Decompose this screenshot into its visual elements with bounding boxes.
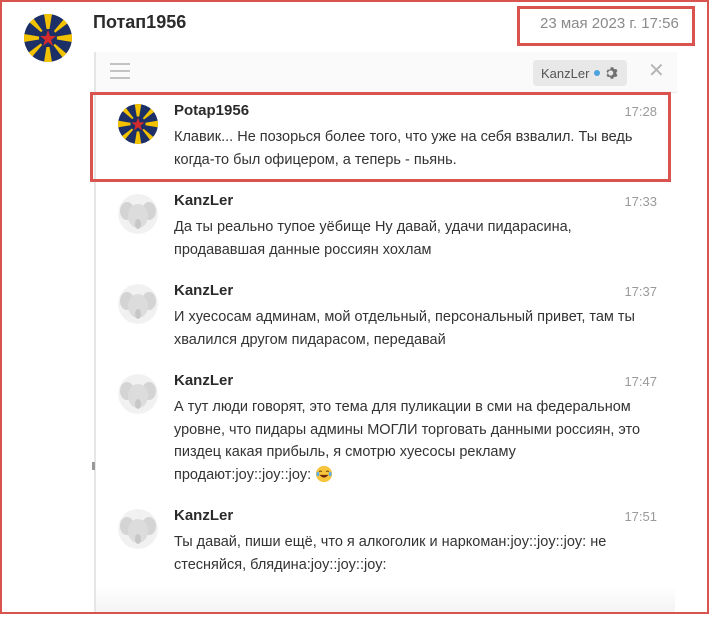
- post-date[interactable]: 23 мая 2023 г. 17:56: [540, 15, 679, 32]
- gear-icon[interactable]: [605, 66, 619, 80]
- message-author[interactable]: Potap1956: [174, 102, 249, 119]
- panel-bottom-fade: [96, 585, 675, 612]
- chat-quote-panel: KanzLer ✕ Potap1956 17:28 Клавик... Не п…: [94, 52, 677, 612]
- message-time: 17:51: [624, 509, 657, 524]
- message-text: Да ты реально тупое уёбище Ну давай, уда…: [174, 219, 572, 258]
- message-text: А тут люди говорят, это тема для пуликац…: [174, 399, 641, 483]
- message-author[interactable]: KanzLer: [174, 282, 233, 299]
- message-text: И хуесосам админам, мой отдельный, персо…: [174, 309, 635, 348]
- chat-user-chip-label: KanzLer: [541, 65, 590, 81]
- message-author[interactable]: KanzLer: [174, 192, 233, 209]
- online-dot-icon: [594, 70, 601, 76]
- post-author-name[interactable]: Потап1956: [93, 12, 186, 33]
- default-avatar-icon[interactable]: [118, 374, 158, 414]
- message-text: Клавик... Не позорься более того, что уж…: [174, 129, 633, 168]
- chat-user-chip[interactable]: KanzLer: [533, 60, 628, 86]
- default-avatar-icon[interactable]: [118, 194, 158, 234]
- default-avatar-icon[interactable]: [118, 509, 158, 549]
- message-time: 17:33: [624, 194, 657, 209]
- chat-panel-header: KanzLer ✕: [96, 52, 677, 93]
- panel-resize-handle[interactable]: [92, 462, 95, 470]
- message-text: Ты давай, пиши ещё, что я алкоголик и на…: [174, 534, 607, 573]
- chat-message: KanzLer 17:47 А тут люди говорят, это те…: [96, 364, 677, 499]
- hamburger-icon[interactable]: [110, 63, 130, 79]
- laughing-emoji-icon: [316, 465, 333, 482]
- chat-message: KanzLer 17:37 И хуесосам админам, мой от…: [96, 274, 677, 364]
- message-text-with-emoji: А тут люди говорят, это тема для пуликац…: [174, 396, 654, 486]
- message-author[interactable]: KanzLer: [174, 372, 233, 389]
- chat-message: Potap1956 17:28 Клавик... Не позорься бо…: [96, 94, 677, 184]
- default-avatar-icon[interactable]: [118, 284, 158, 324]
- post-author-avatar[interactable]: [24, 14, 72, 62]
- message-author[interactable]: KanzLer: [174, 507, 233, 524]
- chat-message: KanzLer 17:33 Да ты реально тупое уёбище…: [96, 184, 677, 274]
- message-time: 17:37: [624, 284, 657, 299]
- message-avatar[interactable]: [118, 104, 158, 144]
- close-icon[interactable]: ✕: [648, 60, 665, 82]
- message-time: 17:28: [624, 104, 657, 119]
- message-time: 17:47: [624, 374, 657, 389]
